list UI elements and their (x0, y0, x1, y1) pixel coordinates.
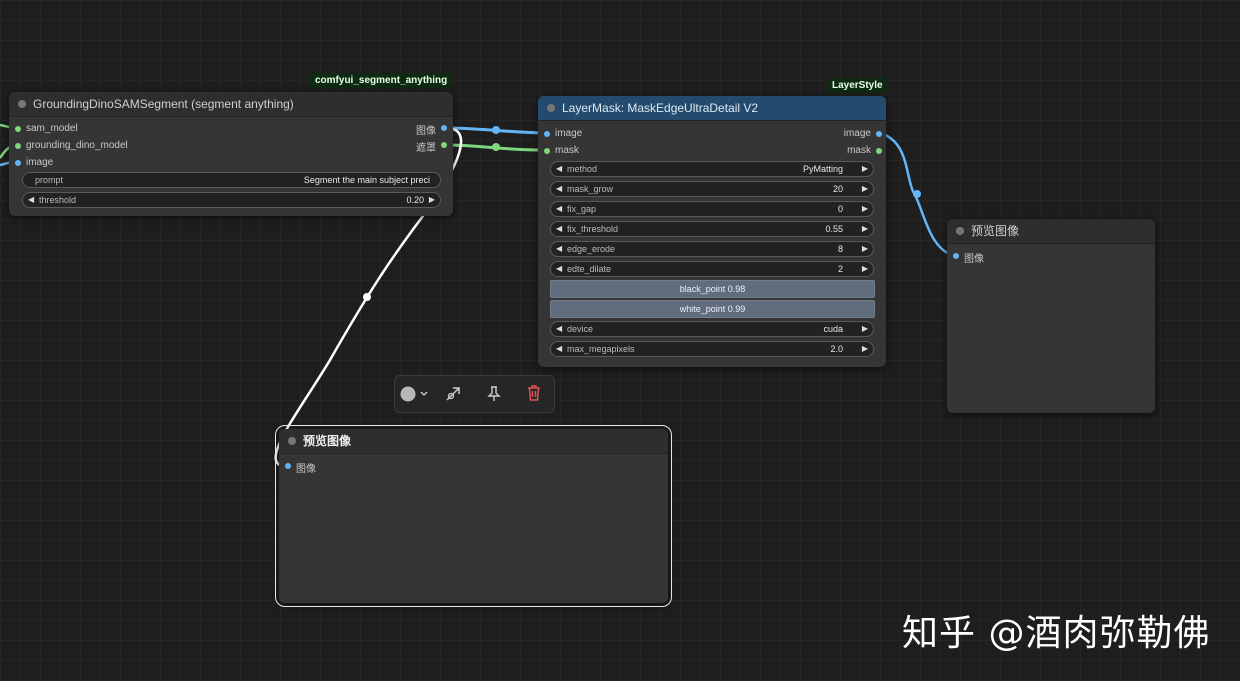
output-mask[interactable]: 遮罩 (416, 139, 447, 154)
increment-arrow-icon[interactable]: ▶ (862, 342, 868, 356)
method-combo[interactable]: ◀ method PyMatting ▶ (550, 161, 874, 177)
fix-threshold-stepper[interactable]: ◀ fix_threshold 0.55 ▶ (550, 221, 874, 237)
prompt-field[interactable]: prompt Segment the main subject preci (22, 172, 441, 188)
increment-arrow-icon[interactable]: ▶ (862, 182, 868, 196)
slot-dot-icon[interactable] (441, 142, 447, 148)
decrement-arrow-icon[interactable]: ◀ (556, 342, 562, 356)
collapse-dot-icon[interactable] (288, 437, 296, 445)
bypass-icon[interactable] (444, 385, 462, 403)
slot-dot-icon[interactable] (15, 143, 21, 149)
increment-arrow-icon[interactable]: ▶ (862, 162, 868, 176)
input-grounding-dino-model[interactable]: grounding_dino_model (15, 140, 128, 151)
slot-dot-icon[interactable] (441, 125, 447, 131)
node-title: 预览图像 (971, 224, 1020, 238)
fix-gap-stepper[interactable]: ◀ fix_gap 0 ▶ (550, 201, 874, 217)
link-mask-to-mask (445, 143, 546, 152)
black-point-slider[interactable]: black_point 0.98 (550, 280, 875, 298)
output-image[interactable]: image (844, 128, 882, 139)
input-mask[interactable]: mask (544, 145, 579, 156)
chevron-down-icon[interactable] (420, 390, 428, 398)
collapse-dot-icon[interactable] (956, 227, 964, 235)
decrement-arrow-icon[interactable]: ◀ (556, 262, 562, 276)
node-title-bar[interactable]: LayerMask: MaskEdgeUltraDetail V2 (538, 96, 886, 121)
slot-dot-icon[interactable] (285, 463, 291, 469)
slot-dot-icon[interactable] (544, 148, 550, 154)
link-image-to-mask (445, 126, 546, 135)
decrement-arrow-icon[interactable]: ◀ (556, 322, 562, 336)
node-title-bar[interactable]: GroundingDinoSAMSegment (segment anythin… (9, 92, 453, 117)
input-sam-model[interactable]: sam_model (15, 123, 78, 134)
slot-dot-icon[interactable] (15, 160, 21, 166)
mask-edge-ultra-detail-node[interactable]: LayerMask: MaskEdgeUltraDetail V2 image … (538, 96, 886, 367)
slot-dot-icon[interactable] (544, 131, 550, 137)
slot-dot-icon[interactable] (876, 148, 882, 154)
slot-dot-icon[interactable] (876, 131, 882, 137)
node-title-bar[interactable]: 预览图像 (279, 429, 668, 454)
increment-arrow-icon[interactable]: ▶ (862, 262, 868, 276)
collapse-dot-icon[interactable] (547, 104, 555, 112)
increment-arrow-icon[interactable]: ▶ (429, 193, 435, 207)
slot-dot-icon[interactable] (953, 253, 959, 259)
link-midpoint (492, 143, 500, 151)
device-combo[interactable]: ◀ device cuda ▶ (550, 321, 874, 337)
badge-layerstyle: LayerStyle (827, 78, 888, 93)
edte-dilate-stepper[interactable]: ◀ edte_dilate 2 ▶ (550, 261, 874, 277)
output-image[interactable]: 图像 (416, 122, 447, 137)
increment-arrow-icon[interactable]: ▶ (862, 322, 868, 336)
input-image[interactable]: image (544, 128, 582, 139)
decrement-arrow-icon[interactable]: ◀ (556, 202, 562, 216)
watermark: 知乎 @酒肉弥勒佛 (902, 613, 1211, 654)
pin-icon[interactable] (485, 385, 503, 403)
input-image[interactable]: image (15, 157, 53, 168)
link-midpoint (363, 293, 371, 301)
selection-toolbar (394, 375, 555, 413)
increment-arrow-icon[interactable]: ▶ (862, 222, 868, 236)
increment-arrow-icon[interactable]: ▶ (862, 202, 868, 216)
input-image[interactable]: 图像 (285, 460, 316, 475)
decrement-arrow-icon[interactable]: ◀ (556, 242, 562, 256)
white-point-slider[interactable]: white_point 0.99 (550, 300, 875, 318)
link-to-right-preview (878, 131, 956, 258)
node-title: GroundingDinoSAMSegment (segment anythin… (33, 97, 294, 111)
slot-dot-icon[interactable] (15, 126, 21, 132)
mask-grow-stepper[interactable]: ◀ mask_grow 20 ▶ (550, 181, 874, 197)
badge-segment-anything: comfyui_segment_anything (310, 73, 453, 88)
input-image[interactable]: 图像 (953, 250, 984, 265)
trash-icon[interactable] (525, 384, 543, 402)
decrement-arrow-icon[interactable]: ◀ (556, 222, 562, 236)
collapse-dot-icon[interactable] (18, 100, 26, 108)
decrement-arrow-icon[interactable]: ◀ (28, 193, 34, 207)
preview-image-node-right[interactable]: 预览图像 图像 (947, 219, 1155, 413)
decrement-arrow-icon[interactable]: ◀ (556, 162, 562, 176)
node-title: 预览图像 (303, 434, 352, 448)
node-title-bar[interactable]: 预览图像 (947, 219, 1155, 244)
grounding-dino-sam-node[interactable]: GroundingDinoSAMSegment (segment anythin… (9, 92, 453, 216)
node-title: LayerMask: MaskEdgeUltraDetail V2 (562, 101, 759, 115)
color-circle-icon[interactable] (400, 386, 416, 402)
link-midpoint (913, 190, 921, 198)
output-mask[interactable]: mask (847, 145, 882, 156)
max-megapixels-stepper[interactable]: ◀ max_megapixels 2.0 ▶ (550, 341, 874, 357)
increment-arrow-icon[interactable]: ▶ (862, 242, 868, 256)
threshold-stepper[interactable]: ◀ threshold 0.20 ▶ (22, 192, 441, 208)
edge-erode-stepper[interactable]: ◀ edge_erode 8 ▶ (550, 241, 874, 257)
link-midpoint (492, 126, 500, 134)
preview-image-node-bottom[interactable]: 预览图像 图像 (275, 425, 672, 607)
decrement-arrow-icon[interactable]: ◀ (556, 182, 562, 196)
